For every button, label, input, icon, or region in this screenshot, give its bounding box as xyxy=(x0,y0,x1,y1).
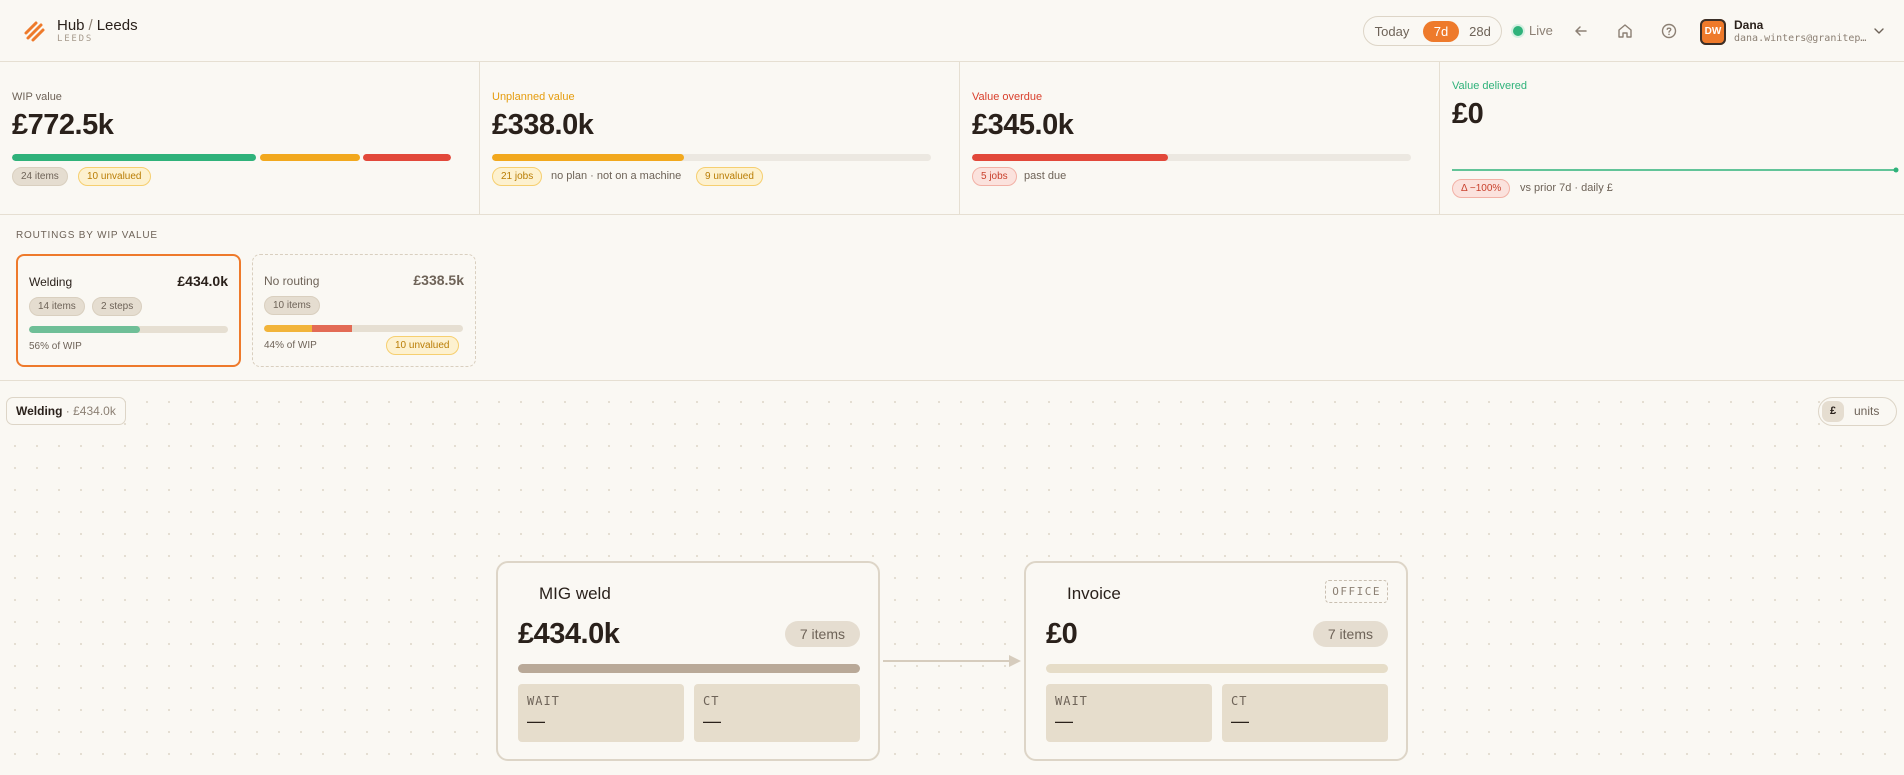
metric-value: — xyxy=(703,711,721,731)
kpi-value: £338.0k xyxy=(492,109,594,141)
routing-name: No routing xyxy=(264,274,320,288)
office-badge: OFFICE xyxy=(1325,580,1388,603)
kpi-unplanned-value[interactable]: Unplanned value £338.0k 21 jobs no plan … xyxy=(480,62,960,215)
chevron-down-icon[interactable] xyxy=(1872,24,1886,38)
step-name: Invoice xyxy=(1067,584,1121,603)
metric-value: — xyxy=(1055,711,1073,731)
kpi-value: £345.0k xyxy=(972,109,1074,141)
kpi-label: Value delivered xyxy=(1452,80,1528,92)
overdue-bar xyxy=(972,154,1411,161)
wip-share-label: 44% of WIP xyxy=(264,340,317,351)
bar-segment-unplanned xyxy=(260,154,360,161)
kpi-label: Value overdue xyxy=(972,91,1043,103)
kpi-wip-value[interactable]: WIP value £772.5k 24 items 10 unvalued xyxy=(0,62,480,215)
step-items-badge: 7 items xyxy=(1312,621,1388,647)
steps-count-badge: 2 steps xyxy=(92,297,143,316)
wait-metric: WAIT — xyxy=(518,684,684,742)
bar-fill xyxy=(492,154,684,161)
unvalued-badge[interactable]: 10 unvalued xyxy=(386,336,459,355)
kpi-strip: WIP value £772.5k 24 items 10 unvalued U… xyxy=(0,62,1904,215)
bar-fill xyxy=(29,326,140,333)
step-name: MIG weld xyxy=(539,584,611,603)
routing-name: Welding xyxy=(29,275,73,289)
kpi-label: WIP value xyxy=(12,91,62,103)
date-range-selector: Today 7d 28d xyxy=(1363,16,1502,46)
kpi-note: past due xyxy=(1024,170,1067,182)
metric-label: WAIT xyxy=(1055,694,1088,708)
value-units-toggle: £ units xyxy=(1818,397,1897,426)
range-today[interactable]: Today xyxy=(1372,21,1412,42)
routing-card-no-routing[interactable]: No routing £338.5k 10 items 44% of WIP 1… xyxy=(252,254,476,367)
kpi-note: vs prior 7d · daily £ xyxy=(1520,182,1613,194)
delivered-sparkline xyxy=(1452,167,1899,173)
items-count-badge: 24 items xyxy=(12,167,68,186)
step-value-bar xyxy=(518,664,860,673)
jobs-count-badge: 5 jobs xyxy=(972,167,1017,186)
bar-segment-overdue xyxy=(363,154,451,161)
step-value: £0 xyxy=(1046,618,1078,650)
wip-share-bar xyxy=(29,326,228,333)
bar-segment-overdue xyxy=(312,325,352,332)
bar-segment-unplanned xyxy=(264,325,312,332)
back-arrow-icon[interactable] xyxy=(1571,21,1591,41)
cycle-time-metric: CT — xyxy=(694,684,860,742)
wip-share-bar xyxy=(264,325,463,332)
live-indicator-dot xyxy=(1513,26,1523,36)
breadcrumb: Hub / Leeds xyxy=(57,17,138,34)
range-28d[interactable]: 28d xyxy=(1464,21,1496,42)
selected-routing-chip[interactable]: Welding · £434.0k xyxy=(6,397,126,425)
metric-value: — xyxy=(1231,711,1249,731)
home-icon[interactable] xyxy=(1615,21,1635,41)
metric-value: — xyxy=(527,711,545,731)
routings-section-title: ROUTINGS BY WIP VALUE xyxy=(16,230,158,241)
unplanned-bar xyxy=(492,154,931,161)
unvalued-badge[interactable]: 10 unvalued xyxy=(78,167,151,186)
step-value-bar xyxy=(1046,664,1388,673)
range-7d[interactable]: 7d xyxy=(1423,21,1459,42)
flow-canvas[interactable]: Welding · £434.0k £ units MIG weld £434.… xyxy=(0,380,1904,775)
kpi-value-delivered[interactable]: Value delivered £0 Δ −100% vs prior 7d ·… xyxy=(1440,62,1904,215)
kpi-note: no plan · not on a machine xyxy=(551,170,682,182)
step-items-badge: 7 items xyxy=(784,621,860,647)
user-email: dana.winters@granitep… xyxy=(1734,33,1866,44)
step-card-mig-weld[interactable]: MIG weld £434.0k 7 items WAIT — CT — xyxy=(496,561,880,761)
help-icon[interactable] xyxy=(1659,21,1679,41)
kpi-label: Unplanned value xyxy=(492,91,575,103)
jobs-count-badge: 21 jobs xyxy=(492,167,543,186)
toggle-units-option[interactable]: units xyxy=(1854,404,1879,418)
toggle-value-option[interactable]: £ xyxy=(1822,401,1844,422)
user-name[interactable]: Dana xyxy=(1734,18,1763,32)
kpi-value-overdue[interactable]: Value overdue £345.0k 5 jobs past due xyxy=(960,62,1440,215)
breadcrumb-hub[interactable]: Hub xyxy=(57,17,85,34)
delta-badge: Δ −100% xyxy=(1452,179,1511,198)
flow-arrow xyxy=(883,655,1021,667)
chip-routing-name: Welding xyxy=(16,404,63,418)
wip-breakdown-bar xyxy=(12,154,451,161)
metric-label: WAIT xyxy=(527,694,560,708)
live-label: Live xyxy=(1529,23,1553,38)
wait-metric: WAIT — xyxy=(1046,684,1212,742)
top-bar: Hub / Leeds LEEDS Today 7d 28d Live DW Dan… xyxy=(0,0,1904,62)
bar-segment-valued xyxy=(12,154,256,161)
routing-card-welding[interactable]: Welding £434.0k 14 items 2 steps 56% of … xyxy=(16,254,241,367)
routing-value: £338.5k xyxy=(413,272,464,288)
items-count-badge: 14 items xyxy=(29,297,85,316)
cycle-time-metric: CT — xyxy=(1222,684,1388,742)
logo-icon[interactable] xyxy=(22,19,46,43)
chip-routing-value: · £434.0k xyxy=(65,404,116,418)
breadcrumb-site[interactable]: Leeds xyxy=(97,17,138,34)
kpi-value: £0 xyxy=(1452,98,1484,130)
items-count-badge: 10 items xyxy=(264,296,320,315)
metric-label: CT xyxy=(1231,694,1248,708)
routing-value: £434.0k xyxy=(177,273,228,289)
kpi-value: £772.5k xyxy=(12,109,114,141)
step-value: £434.0k xyxy=(518,618,620,650)
metric-label: CT xyxy=(703,694,720,708)
step-card-invoice[interactable]: Invoice OFFICE £0 7 items WAIT — CT — xyxy=(1024,561,1408,761)
wip-share-label: 56% of WIP xyxy=(29,341,82,352)
site-code: LEEDS xyxy=(57,34,94,44)
bar-fill xyxy=(972,154,1168,161)
avatar[interactable]: DW xyxy=(1700,19,1726,45)
unvalued-badge[interactable]: 9 unvalued xyxy=(696,167,763,186)
